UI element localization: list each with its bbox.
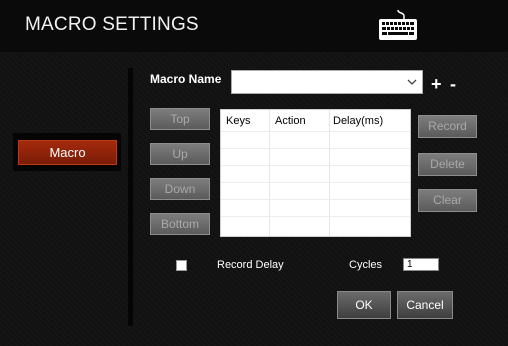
delete-button[interactable]: Delete (418, 153, 477, 176)
top-button[interactable]: Top (150, 108, 210, 130)
column-header-action: Action (275, 115, 306, 127)
cancel-button[interactable]: Cancel (397, 291, 453, 319)
record-delay-checkbox[interactable] (176, 260, 187, 271)
table-row (221, 148, 410, 149)
bottom-button[interactable]: Bottom (150, 213, 210, 235)
ok-button[interactable]: OK (337, 291, 391, 319)
remove-macro-button[interactable]: - (450, 74, 456, 94)
macro-events-table[interactable]: Keys Action Delay(ms) (220, 109, 411, 237)
cycles-label: Cycles (349, 259, 383, 271)
column-divider (329, 110, 330, 236)
column-divider (269, 110, 270, 236)
chevron-down-icon (407, 79, 417, 85)
table-row (221, 216, 410, 217)
column-header-keys: Keys (226, 115, 251, 127)
cycles-input[interactable]: 1 (403, 258, 439, 271)
add-macro-button[interactable]: + (431, 74, 442, 94)
table-row (221, 131, 410, 132)
keyboard-icon (379, 9, 417, 40)
page-title: MACRO SETTINGS (25, 14, 199, 35)
panel-divider (128, 68, 133, 326)
column-header-delay: Delay(ms) (333, 115, 384, 127)
table-row (221, 165, 410, 166)
table-row (221, 182, 410, 183)
macro-settings-window: MACRO SETTINGS Macro Macro Name + - Top … (0, 0, 508, 346)
down-button[interactable]: Down (150, 178, 210, 200)
sidebar (0, 52, 128, 346)
sidebar-item-macro[interactable]: Macro (18, 140, 117, 165)
record-button[interactable]: Record (418, 115, 477, 138)
macro-name-dropdown[interactable] (231, 70, 423, 94)
table-row (221, 199, 410, 200)
macro-name-label: Macro Name (150, 72, 222, 86)
up-button[interactable]: Up (150, 143, 210, 165)
record-delay-label: Record Delay (217, 259, 284, 271)
title-bar: MACRO SETTINGS (0, 0, 508, 52)
clear-button[interactable]: Clear (418, 189, 477, 212)
